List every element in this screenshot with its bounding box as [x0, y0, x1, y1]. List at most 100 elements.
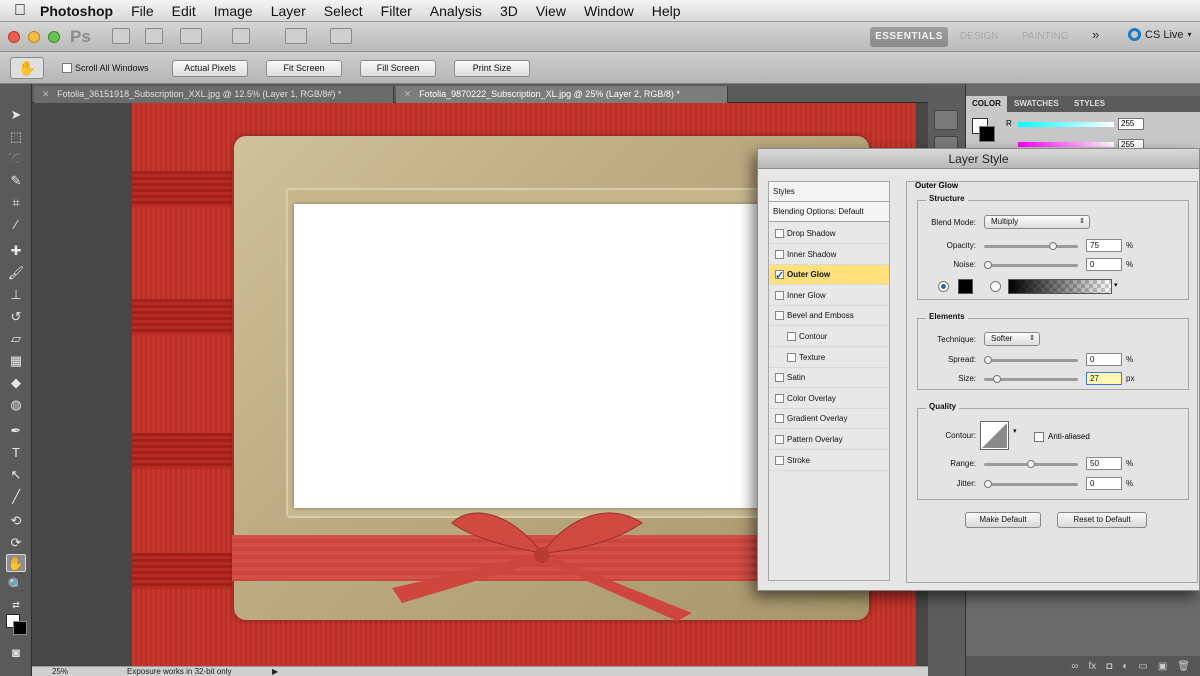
spread-input[interactable]: 0	[1086, 353, 1122, 366]
launch-bridge-icon[interactable]	[112, 28, 130, 44]
crop-tool-icon[interactable]: ⌗	[6, 194, 26, 212]
clone-stamp-tool-icon[interactable]: ⊥	[6, 286, 26, 304]
noise-slider-knob[interactable]	[984, 261, 992, 269]
style-checkbox[interactable]	[787, 332, 796, 341]
more-workspaces-icon[interactable]: »	[1092, 27, 1099, 42]
zoom-level-readout[interactable]: 25%	[52, 667, 68, 676]
style-item[interactable]: Texture	[769, 348, 889, 368]
adjustment-layer-icon[interactable]: ◐	[1122, 661, 1128, 672]
red-channel-slider[interactable]	[1018, 122, 1114, 127]
menu-3d[interactable]: 3D	[500, 3, 518, 19]
apple-icon[interactable]: 	[0, 2, 40, 20]
actual-pixels-button[interactable]: Actual Pixels	[172, 60, 248, 77]
quick-mask-icon[interactable]: ◙	[6, 644, 26, 662]
menu-app-name[interactable]: Photoshop	[40, 3, 113, 19]
contour-dropdown-icon[interactable]: ▾	[1013, 427, 1017, 435]
style-checkbox[interactable]	[775, 455, 784, 465]
style-item[interactable]: Inner Glow	[769, 286, 889, 306]
tab-color[interactable]: COLOR	[966, 96, 1007, 112]
brush-tool-icon[interactable]: 🖌	[6, 264, 26, 282]
panel-background-swatch[interactable]	[979, 126, 995, 142]
link-layers-icon[interactable]: ∞	[1071, 661, 1078, 672]
quick-selection-tool-icon[interactable]: ✎	[6, 172, 26, 190]
size-input[interactable]: 27	[1086, 372, 1122, 385]
hand-tool-preset-picker[interactable]: ✋	[10, 57, 44, 79]
background-color-swatch[interactable]	[13, 621, 27, 635]
status-menu-arrow-icon[interactable]: ▶	[272, 667, 278, 676]
jitter-slider[interactable]	[984, 480, 1078, 488]
zoom-window-icon[interactable]	[48, 31, 60, 43]
eraser-tool-icon[interactable]: ▱	[6, 330, 26, 348]
style-item[interactable]: Contour	[769, 327, 889, 347]
history-brush-tool-icon[interactable]: ↺	[6, 308, 26, 326]
menu-analysis[interactable]: Analysis	[430, 3, 482, 19]
menu-layer[interactable]: Layer	[271, 3, 306, 19]
workspace-design-button[interactable]: DESIGN	[960, 31, 998, 42]
blur-tool-icon[interactable]: ◆	[6, 374, 26, 392]
style-item[interactable]: Pattern Overlay	[769, 430, 889, 450]
anti-aliased-checkbox[interactable]	[1034, 432, 1044, 442]
print-size-button[interactable]: Print Size	[454, 60, 530, 77]
workspace-essentials-button[interactable]: ESSENTIALS	[870, 27, 948, 47]
glow-gradient-picker[interactable]	[1008, 279, 1112, 294]
noise-input[interactable]: 0	[1086, 258, 1122, 271]
style-checkbox[interactable]	[775, 266, 784, 286]
menu-edit[interactable]: Edit	[172, 3, 196, 19]
style-checkbox[interactable]	[775, 249, 784, 259]
screen-mode-icon[interactable]	[330, 28, 352, 44]
spread-slider[interactable]	[984, 356, 1078, 364]
size-slider[interactable]	[984, 375, 1078, 383]
menu-image[interactable]: Image	[214, 3, 253, 19]
range-slider[interactable]	[984, 460, 1078, 468]
red-channel-value[interactable]: 255	[1118, 118, 1144, 130]
style-item[interactable]: Drop Shadow	[769, 224, 889, 244]
marquee-tool-icon[interactable]: ⬚	[6, 128, 26, 146]
zoom-level-icon[interactable]	[232, 28, 250, 44]
style-item[interactable]: Satin	[769, 368, 889, 389]
style-checkbox[interactable]	[775, 435, 784, 444]
style-item[interactable]: Color Overlay	[769, 389, 889, 409]
style-item[interactable]: Stroke	[769, 451, 889, 471]
new-layer-icon[interactable]: ▣	[1158, 661, 1167, 672]
menu-help[interactable]: Help	[652, 3, 681, 19]
launch-mini-bridge-icon[interactable]	[145, 28, 163, 44]
style-checkbox[interactable]	[775, 393, 784, 403]
document-tab-active[interactable]: ✕ Fotolia_9870222_Subscription_XL.jpg @ …	[396, 86, 728, 103]
fit-screen-button[interactable]: Fit Screen	[266, 60, 342, 77]
size-slider-knob[interactable]	[993, 375, 1002, 383]
make-default-button[interactable]: Make Default	[965, 512, 1041, 528]
fill-screen-button[interactable]: Fill Screen	[360, 60, 436, 77]
green-channel-slider[interactable]	[1018, 142, 1114, 147]
tab-swatches[interactable]: SWATCHES	[1008, 96, 1065, 112]
glow-color-radio[interactable]	[938, 281, 949, 292]
contour-picker[interactable]	[980, 421, 1012, 451]
hand-tool-icon[interactable]: ✋	[6, 554, 26, 572]
path-selection-tool-icon[interactable]: ↖	[6, 466, 26, 484]
layer-mask-icon[interactable]: ◘	[1106, 661, 1112, 672]
minimize-window-icon[interactable]	[28, 31, 40, 43]
tab-styles[interactable]: STYLES	[1068, 96, 1111, 112]
type-tool-icon[interactable]: T	[6, 444, 26, 462]
view-extras-icon[interactable]	[180, 28, 202, 44]
style-checkbox[interactable]	[775, 311, 784, 321]
technique-select[interactable]: Softer ⇕	[984, 332, 1040, 346]
trash-icon[interactable]: 🗑	[1177, 661, 1190, 672]
style-checkbox[interactable]	[775, 414, 784, 424]
style-checkbox[interactable]	[775, 229, 784, 238]
pen-tool-icon[interactable]: ✒	[6, 422, 26, 440]
menu-window[interactable]: Window	[584, 3, 634, 19]
menu-select[interactable]: Select	[324, 3, 363, 19]
document-tab[interactable]: ✕ Fotolia_36151918_Subscription_XXL.jpg …	[34, 86, 394, 103]
styles-header[interactable]: Styles	[769, 182, 889, 202]
noise-slider[interactable]	[984, 261, 1078, 269]
opacity-slider[interactable]	[984, 242, 1078, 250]
arrange-documents-icon[interactable]	[285, 28, 307, 44]
style-item[interactable]: Gradient Overlay	[769, 409, 889, 430]
group-icon[interactable]: ▭	[1138, 661, 1147, 672]
reset-to-default-button[interactable]: Reset to Default	[1057, 512, 1147, 528]
workspace-painting-button[interactable]: PAINTING	[1022, 31, 1068, 42]
menu-file[interactable]: File	[131, 3, 154, 19]
dodge-tool-icon[interactable]: ◍	[6, 396, 26, 414]
3d-orbit-tool-icon[interactable]: ⟳	[6, 534, 26, 552]
cs-live-button[interactable]: CS Live ▾	[1128, 28, 1192, 41]
